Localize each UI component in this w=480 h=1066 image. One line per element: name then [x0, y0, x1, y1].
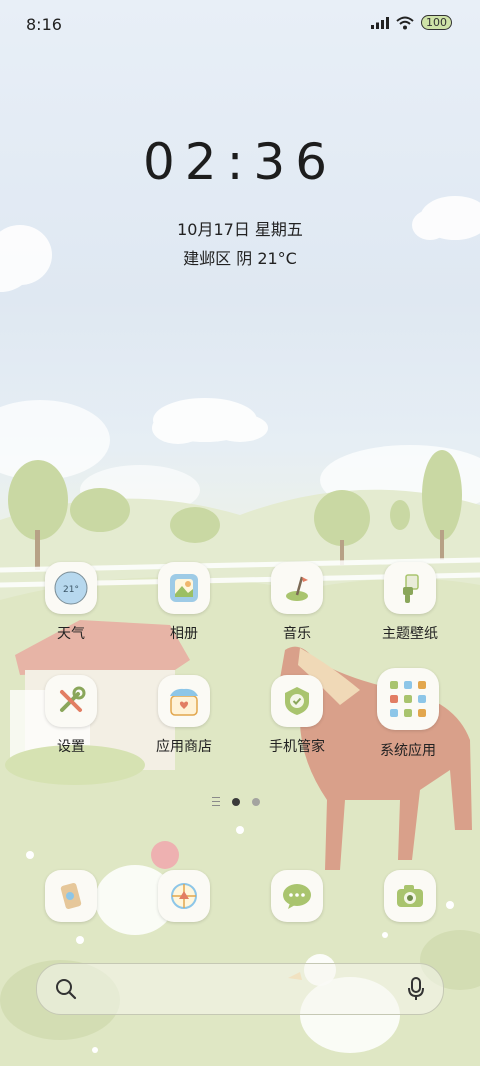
- app-phone-manager[interactable]: 手机管家: [247, 675, 347, 756]
- weather-icon: 21°: [54, 571, 88, 605]
- gallery-icon: [170, 574, 198, 602]
- home-clock[interactable]: 02:36: [0, 133, 480, 191]
- page-dot-active[interactable]: [232, 797, 240, 806]
- app-label: 手机管家: [269, 739, 325, 755]
- dock-camera[interactable]: [360, 870, 460, 922]
- status-bar: 8:16 100: [0, 0, 480, 48]
- page-indicator[interactable]: [212, 797, 260, 806]
- app-label: 音乐: [283, 626, 311, 642]
- app-label: 设置: [57, 739, 85, 755]
- home-date: 10月17日 星期五: [177, 220, 303, 239]
- app-label: 系统应用: [380, 743, 436, 759]
- app-weather[interactable]: 21° 天气: [21, 562, 121, 643]
- app-gallery[interactable]: 相册: [134, 562, 234, 643]
- app-label: 应用商店: [156, 739, 212, 755]
- status-indicators: 100: [371, 15, 452, 30]
- status-time: 8:16: [26, 15, 62, 34]
- folder-system-apps[interactable]: 系统应用: [358, 668, 458, 760]
- system-apps-folder-icon: [390, 681, 426, 717]
- app-settings[interactable]: 设置: [21, 675, 121, 756]
- search-icon[interactable]: [55, 978, 77, 1000]
- app-label: 相册: [170, 626, 198, 642]
- dock-messages[interactable]: [247, 870, 347, 922]
- app-label: 主题壁纸: [382, 626, 438, 642]
- settings-icon: [60, 686, 86, 712]
- battery-indicator: 100: [421, 15, 452, 30]
- svg-text:21°: 21°: [63, 585, 79, 595]
- theme-icon: [403, 574, 419, 603]
- dock-browser[interactable]: [134, 870, 234, 922]
- wifi-icon: [396, 16, 414, 29]
- search-bar[interactable]: [36, 963, 444, 1015]
- app-theme[interactable]: 主题壁纸: [360, 562, 460, 643]
- app-label: 天气: [57, 626, 85, 642]
- phone-icon: [60, 883, 82, 909]
- phone-manager-icon: [285, 687, 309, 715]
- app-music[interactable]: 音乐: [247, 562, 347, 643]
- page-dot[interactable]: [252, 797, 260, 806]
- camera-icon: [397, 885, 423, 907]
- home-weather[interactable]: 建邺区 阴 21°C: [0, 245, 480, 269]
- music-icon: [286, 576, 308, 601]
- signal-icon: [371, 16, 389, 29]
- microphone-icon[interactable]: [407, 977, 425, 1001]
- app-store[interactable]: 应用商店: [134, 675, 234, 756]
- app-store-icon: [170, 688, 198, 716]
- dock-phone[interactable]: [21, 870, 121, 922]
- messages-icon: [283, 884, 311, 909]
- browser-icon: [171, 883, 197, 909]
- menu-lines-icon: [212, 797, 220, 806]
